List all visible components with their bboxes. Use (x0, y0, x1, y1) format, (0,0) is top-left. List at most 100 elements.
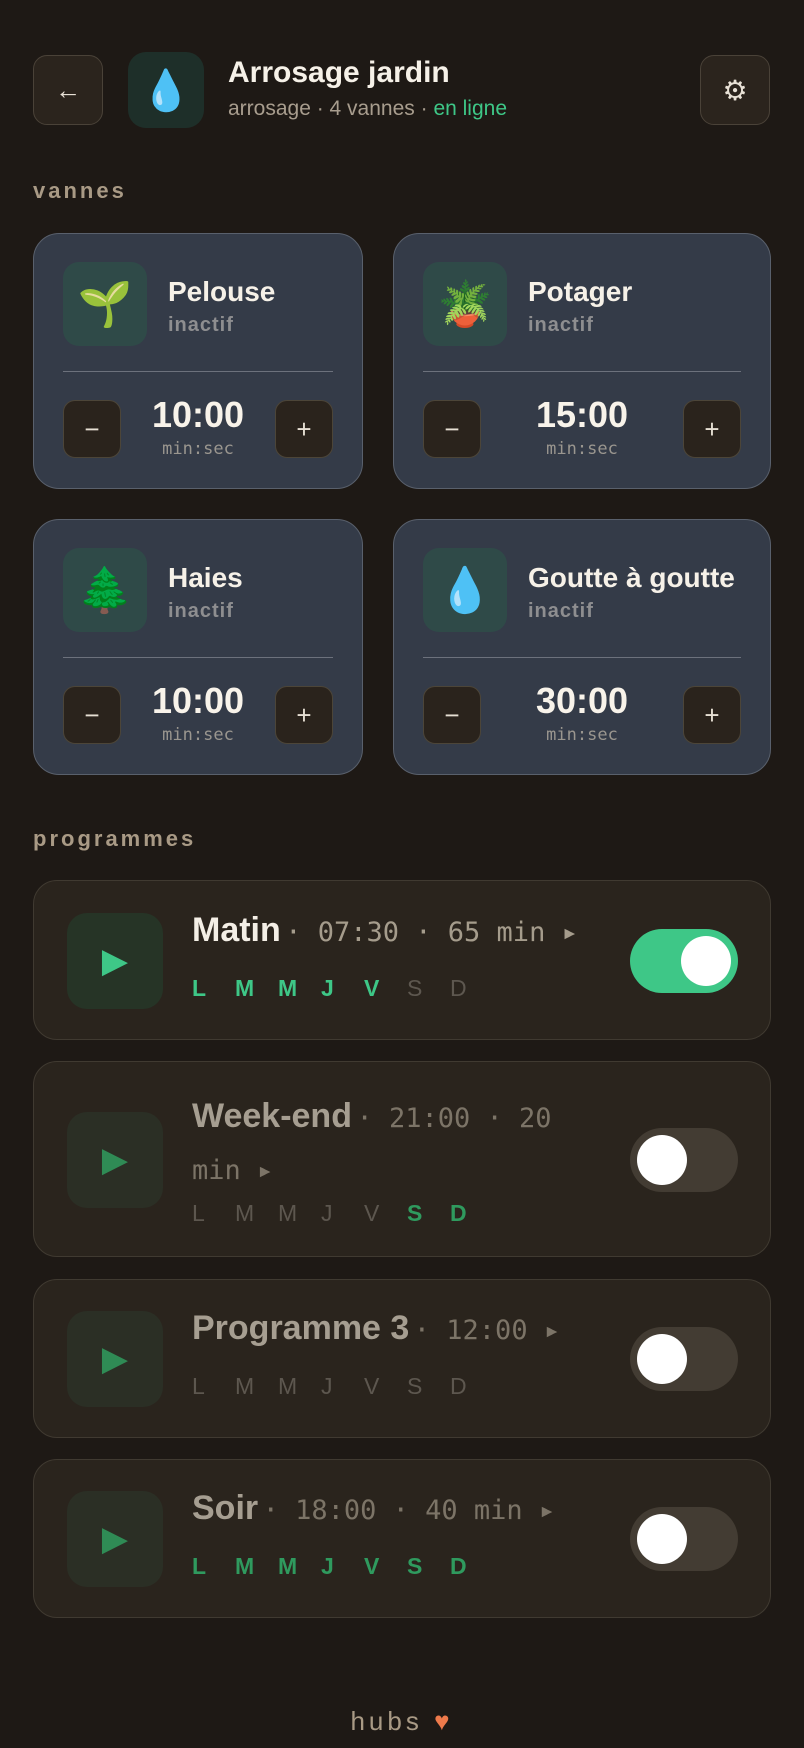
program-card-soir[interactable]: ▶ Soir · 18:00 · 40 min ▸ LMMJVSD (33, 1459, 771, 1618)
decrease-button[interactable]: − (423, 400, 481, 458)
program-schedule: · 12:00 ▸ (413, 1315, 561, 1346)
increase-button[interactable]: + (683, 686, 741, 744)
day-chip: L (192, 1200, 205, 1226)
day-chip: M (278, 1200, 298, 1226)
toggle-knob (637, 1334, 687, 1384)
day-chip: M (278, 1373, 298, 1399)
water-drop-icon: 💧 (423, 548, 507, 632)
toggle-knob (681, 936, 731, 986)
back-button[interactable]: ← (33, 55, 103, 125)
day-chip: D (450, 1373, 467, 1399)
day-chip: V (364, 1553, 380, 1579)
program-name: Programme 3 (192, 1309, 410, 1347)
potted-plant-icon: 🪴 (423, 262, 507, 346)
program-title-line: Week-end · 21:00 · 20 min ▸ (192, 1092, 582, 1199)
heart-icon: ♥ (434, 1706, 454, 1736)
program-name: Week-end (192, 1097, 352, 1135)
play-icon: ▶ (101, 1141, 129, 1179)
divider (423, 371, 741, 372)
arrow-left-icon: ← (55, 74, 81, 105)
day-chip: D (450, 1553, 467, 1579)
program-toggle[interactable] (630, 1327, 738, 1391)
program-days: LMMJVSD (192, 1373, 493, 1400)
valve-card-potager: 🪴 Potager inactif 15:00 min:sec − + (393, 233, 771, 489)
play-button[interactable]: ▶ (67, 1491, 163, 1587)
minus-icon: − (444, 699, 460, 730)
play-icon: ▶ (101, 1520, 129, 1558)
brand-name: hubs (350, 1706, 423, 1736)
program-days: LMMJVSD (192, 975, 493, 1002)
increase-button[interactable]: + (275, 686, 333, 744)
valve-name: Pelouse (168, 276, 276, 307)
program-days: LMMJVSD (192, 1553, 493, 1580)
program-card-week-end[interactable]: ▶ Week-end · 21:00 · 20 min ▸ LMMJVSD (33, 1061, 771, 1257)
divider (63, 657, 333, 658)
valve-state: inactif (168, 600, 234, 622)
plus-icon: + (704, 699, 720, 730)
program-days: LMMJVSD (192, 1200, 493, 1227)
day-chip: L (192, 1373, 205, 1399)
day-chip: D (450, 975, 467, 1001)
page-title: Arrosage jardin (228, 56, 450, 89)
program-toggle[interactable] (630, 929, 738, 993)
day-chip: J (321, 1200, 333, 1226)
program-schedule: · 18:00 · 40 min ▸ (262, 1495, 556, 1526)
minus-icon: − (84, 413, 100, 444)
page-subtitle: arrosage · 4 vannes · en ligne (228, 97, 507, 121)
program-name: Matin (192, 911, 281, 949)
program-title-line: Matin · 07:30 · 65 min ▸ (192, 906, 592, 961)
section-title-valves: vannes (33, 178, 127, 203)
seedling-icon: 🌱 (63, 262, 147, 346)
footer-brand: hubs ♥ (0, 1706, 804, 1737)
settings-button[interactable]: ⚙ (700, 55, 770, 125)
program-title-line: Soir · 18:00 · 40 min ▸ (192, 1484, 592, 1539)
day-chip: V (364, 1200, 380, 1226)
play-button[interactable]: ▶ (67, 1311, 163, 1407)
water-drop-icon: 💧 (128, 52, 204, 128)
minus-icon: − (444, 413, 460, 444)
day-chip: D (450, 1200, 467, 1226)
valve-name: Goutte à goutte (528, 562, 735, 593)
program-name: Soir (192, 1489, 259, 1527)
program-card-matin[interactable]: ▶ Matin · 07:30 · 65 min ▸ LMMJVSD (33, 880, 771, 1040)
program-title-line: Programme 3 · 12:00 ▸ (192, 1304, 592, 1359)
day-chip: J (321, 975, 334, 1001)
day-chip: M (235, 975, 255, 1001)
increase-button[interactable]: + (275, 400, 333, 458)
divider (423, 657, 741, 658)
valve-state: inactif (528, 600, 594, 622)
increase-button[interactable]: + (683, 400, 741, 458)
decrease-button[interactable]: − (423, 686, 481, 744)
day-chip: S (407, 1373, 423, 1399)
day-chip: V (364, 975, 380, 1001)
minus-icon: − (84, 699, 100, 730)
decrease-button[interactable]: − (63, 400, 121, 458)
day-chip: V (364, 1373, 380, 1399)
day-chip: S (407, 1553, 423, 1579)
toggle-knob (637, 1135, 687, 1185)
program-schedule: · 07:30 · 65 min ▸ (285, 917, 578, 948)
program-toggle[interactable] (630, 1507, 738, 1571)
program-card-programme-3[interactable]: ▶ Programme 3 · 12:00 ▸ LMMJVSD (33, 1279, 771, 1438)
decrease-button[interactable]: − (63, 686, 121, 744)
day-chip: M (235, 1553, 255, 1579)
day-chip: L (192, 1553, 207, 1579)
status-online: en ligne (433, 97, 508, 120)
subtitle-text: arrosage · 4 vannes · (228, 97, 428, 120)
day-chip: M (235, 1200, 255, 1226)
toggle-knob (637, 1514, 687, 1564)
day-chip: M (235, 1373, 255, 1399)
program-toggle[interactable] (630, 1128, 738, 1192)
play-button[interactable]: ▶ (67, 1112, 163, 1208)
valve-card-haies: 🌲 Haies inactif 10:00 min:sec − + (33, 519, 363, 775)
divider (63, 371, 333, 372)
evergreen-tree-icon: 🌲 (63, 548, 147, 632)
section-title-programs: programmes (33, 826, 197, 851)
app-icon-glyph: 💧 (141, 68, 191, 113)
play-button[interactable]: ▶ (67, 913, 163, 1009)
day-chip: S (407, 1200, 423, 1226)
day-chip: J (321, 1553, 334, 1579)
plus-icon: + (704, 413, 720, 444)
day-chip: M (278, 1553, 298, 1579)
plus-icon: + (296, 699, 312, 730)
